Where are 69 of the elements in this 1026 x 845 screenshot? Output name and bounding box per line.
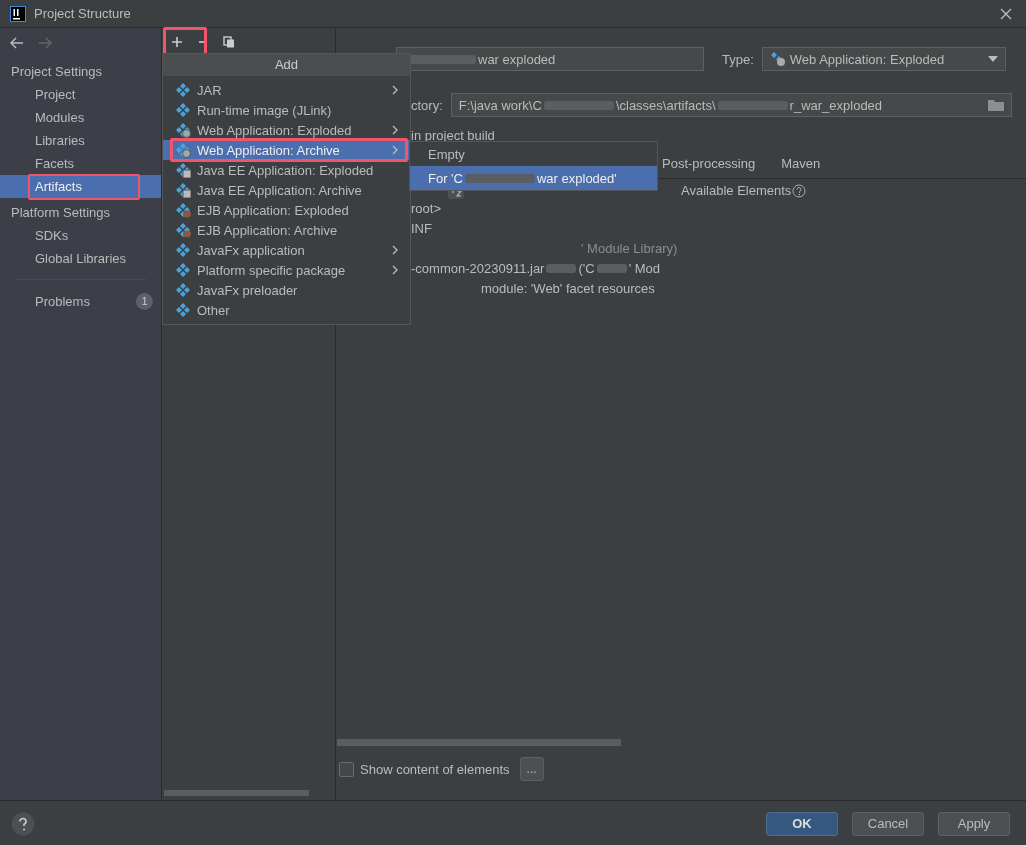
sidebar-item[interactable]: SDKs xyxy=(0,224,161,247)
diamonds-icon xyxy=(175,282,191,298)
diamonds-grid-icon xyxy=(175,162,191,178)
scrollbar-thumb[interactable] xyxy=(337,739,621,746)
menu-item[interactable]: JavaFx preloader xyxy=(163,280,410,300)
output-directory-label: ctory: xyxy=(411,97,443,113)
menu-item[interactable]: JavaFx application xyxy=(163,240,410,260)
diamonds-icon xyxy=(175,102,191,118)
menu-item[interactable]: Web Application: Exploded xyxy=(163,120,410,140)
app-logo-icon xyxy=(10,5,26,22)
menu-item[interactable]: Java EE Application: Exploded xyxy=(163,160,410,180)
count-badge: 1 xyxy=(136,293,153,310)
menu-item[interactable]: Platform specific package xyxy=(163,260,410,280)
ok-button[interactable]: OK xyxy=(766,811,838,836)
sidebar-item[interactable]: Project xyxy=(0,83,161,106)
section-header: Platform Settings xyxy=(10,204,111,222)
blurred-text xyxy=(717,100,788,110)
menu-item[interactable]: EJB Application: Archive xyxy=(163,220,410,240)
help-icon[interactable] xyxy=(792,183,807,198)
diamonds-globe-icon xyxy=(175,142,191,158)
menu-item[interactable]: EJB Application: Exploded xyxy=(163,200,410,220)
sidebar-item[interactable]: Problems xyxy=(35,290,90,313)
sidebar-item[interactable]: Artifacts xyxy=(0,175,161,198)
diamonds-icon xyxy=(175,262,191,278)
close-icon[interactable] xyxy=(1000,7,1012,20)
include-in-build-label: in project build xyxy=(411,128,495,144)
folder-icon[interactable] xyxy=(988,99,1004,111)
diamonds-bean-icon xyxy=(175,202,191,218)
blurred-text xyxy=(465,173,535,183)
sidebar-item[interactable]: Facets xyxy=(0,152,161,175)
diamonds-icon xyxy=(175,302,191,318)
menu-item[interactable]: JAR xyxy=(163,80,410,100)
diamonds-icon xyxy=(175,82,191,98)
diamonds-icon xyxy=(175,242,191,258)
menu-item[interactable]: Java EE Application: Archive xyxy=(163,180,410,200)
menu-item[interactable]: For 'C war exploded' xyxy=(410,166,657,190)
sidebar-item[interactable]: Modules xyxy=(0,106,161,129)
sidebar-item[interactable]: Global Libraries xyxy=(0,247,161,270)
caret-icon[interactable] xyxy=(988,56,998,62)
tab[interactable]: Post-processing xyxy=(662,156,756,178)
blurred-text xyxy=(596,264,627,273)
help-icon[interactable] xyxy=(11,811,35,836)
blurred-text xyxy=(543,100,614,110)
back-arrow-icon[interactable] xyxy=(10,37,24,49)
sidebar-item[interactable]: Libraries xyxy=(0,129,161,152)
diamonds-globe-icon xyxy=(769,51,786,67)
add-icon[interactable] xyxy=(171,36,183,48)
diamonds-globe-icon xyxy=(175,122,191,138)
output-directory-field[interactable]: F:\java work\C \classes\artifacts\ r_war_exploded xyxy=(450,93,1012,117)
menu-title: Add xyxy=(163,54,410,76)
tab[interactable]: Maven xyxy=(781,156,821,178)
copy-icon[interactable] xyxy=(223,36,235,48)
window-title: Project Structure xyxy=(34,6,132,21)
diamonds-grid-icon xyxy=(175,182,191,198)
available-elements-label: Available Elements xyxy=(681,183,792,198)
diamonds-bean-icon xyxy=(175,222,191,238)
section-header: Project Settings xyxy=(10,63,104,81)
type-dropdown[interactable]: Web Application: Exploded xyxy=(761,47,1006,71)
name-field[interactable]: war exploded xyxy=(396,47,704,71)
menu-item[interactable]: Other xyxy=(163,300,410,320)
type-label: Type: xyxy=(722,51,754,67)
dialog-button[interactable]: Apply xyxy=(938,811,1010,836)
scrollbar-thumb[interactable] xyxy=(164,790,309,796)
menu-item[interactable]: Run-time image (JLink) xyxy=(163,100,410,120)
blurred-text xyxy=(546,264,577,273)
menu-item[interactable]: Empty xyxy=(410,142,657,166)
show-content-checkbox[interactable]: Show content of elements xyxy=(339,761,510,777)
dialog-button[interactable]: Cancel xyxy=(852,811,924,836)
more-button[interactable]: ... xyxy=(519,757,544,781)
